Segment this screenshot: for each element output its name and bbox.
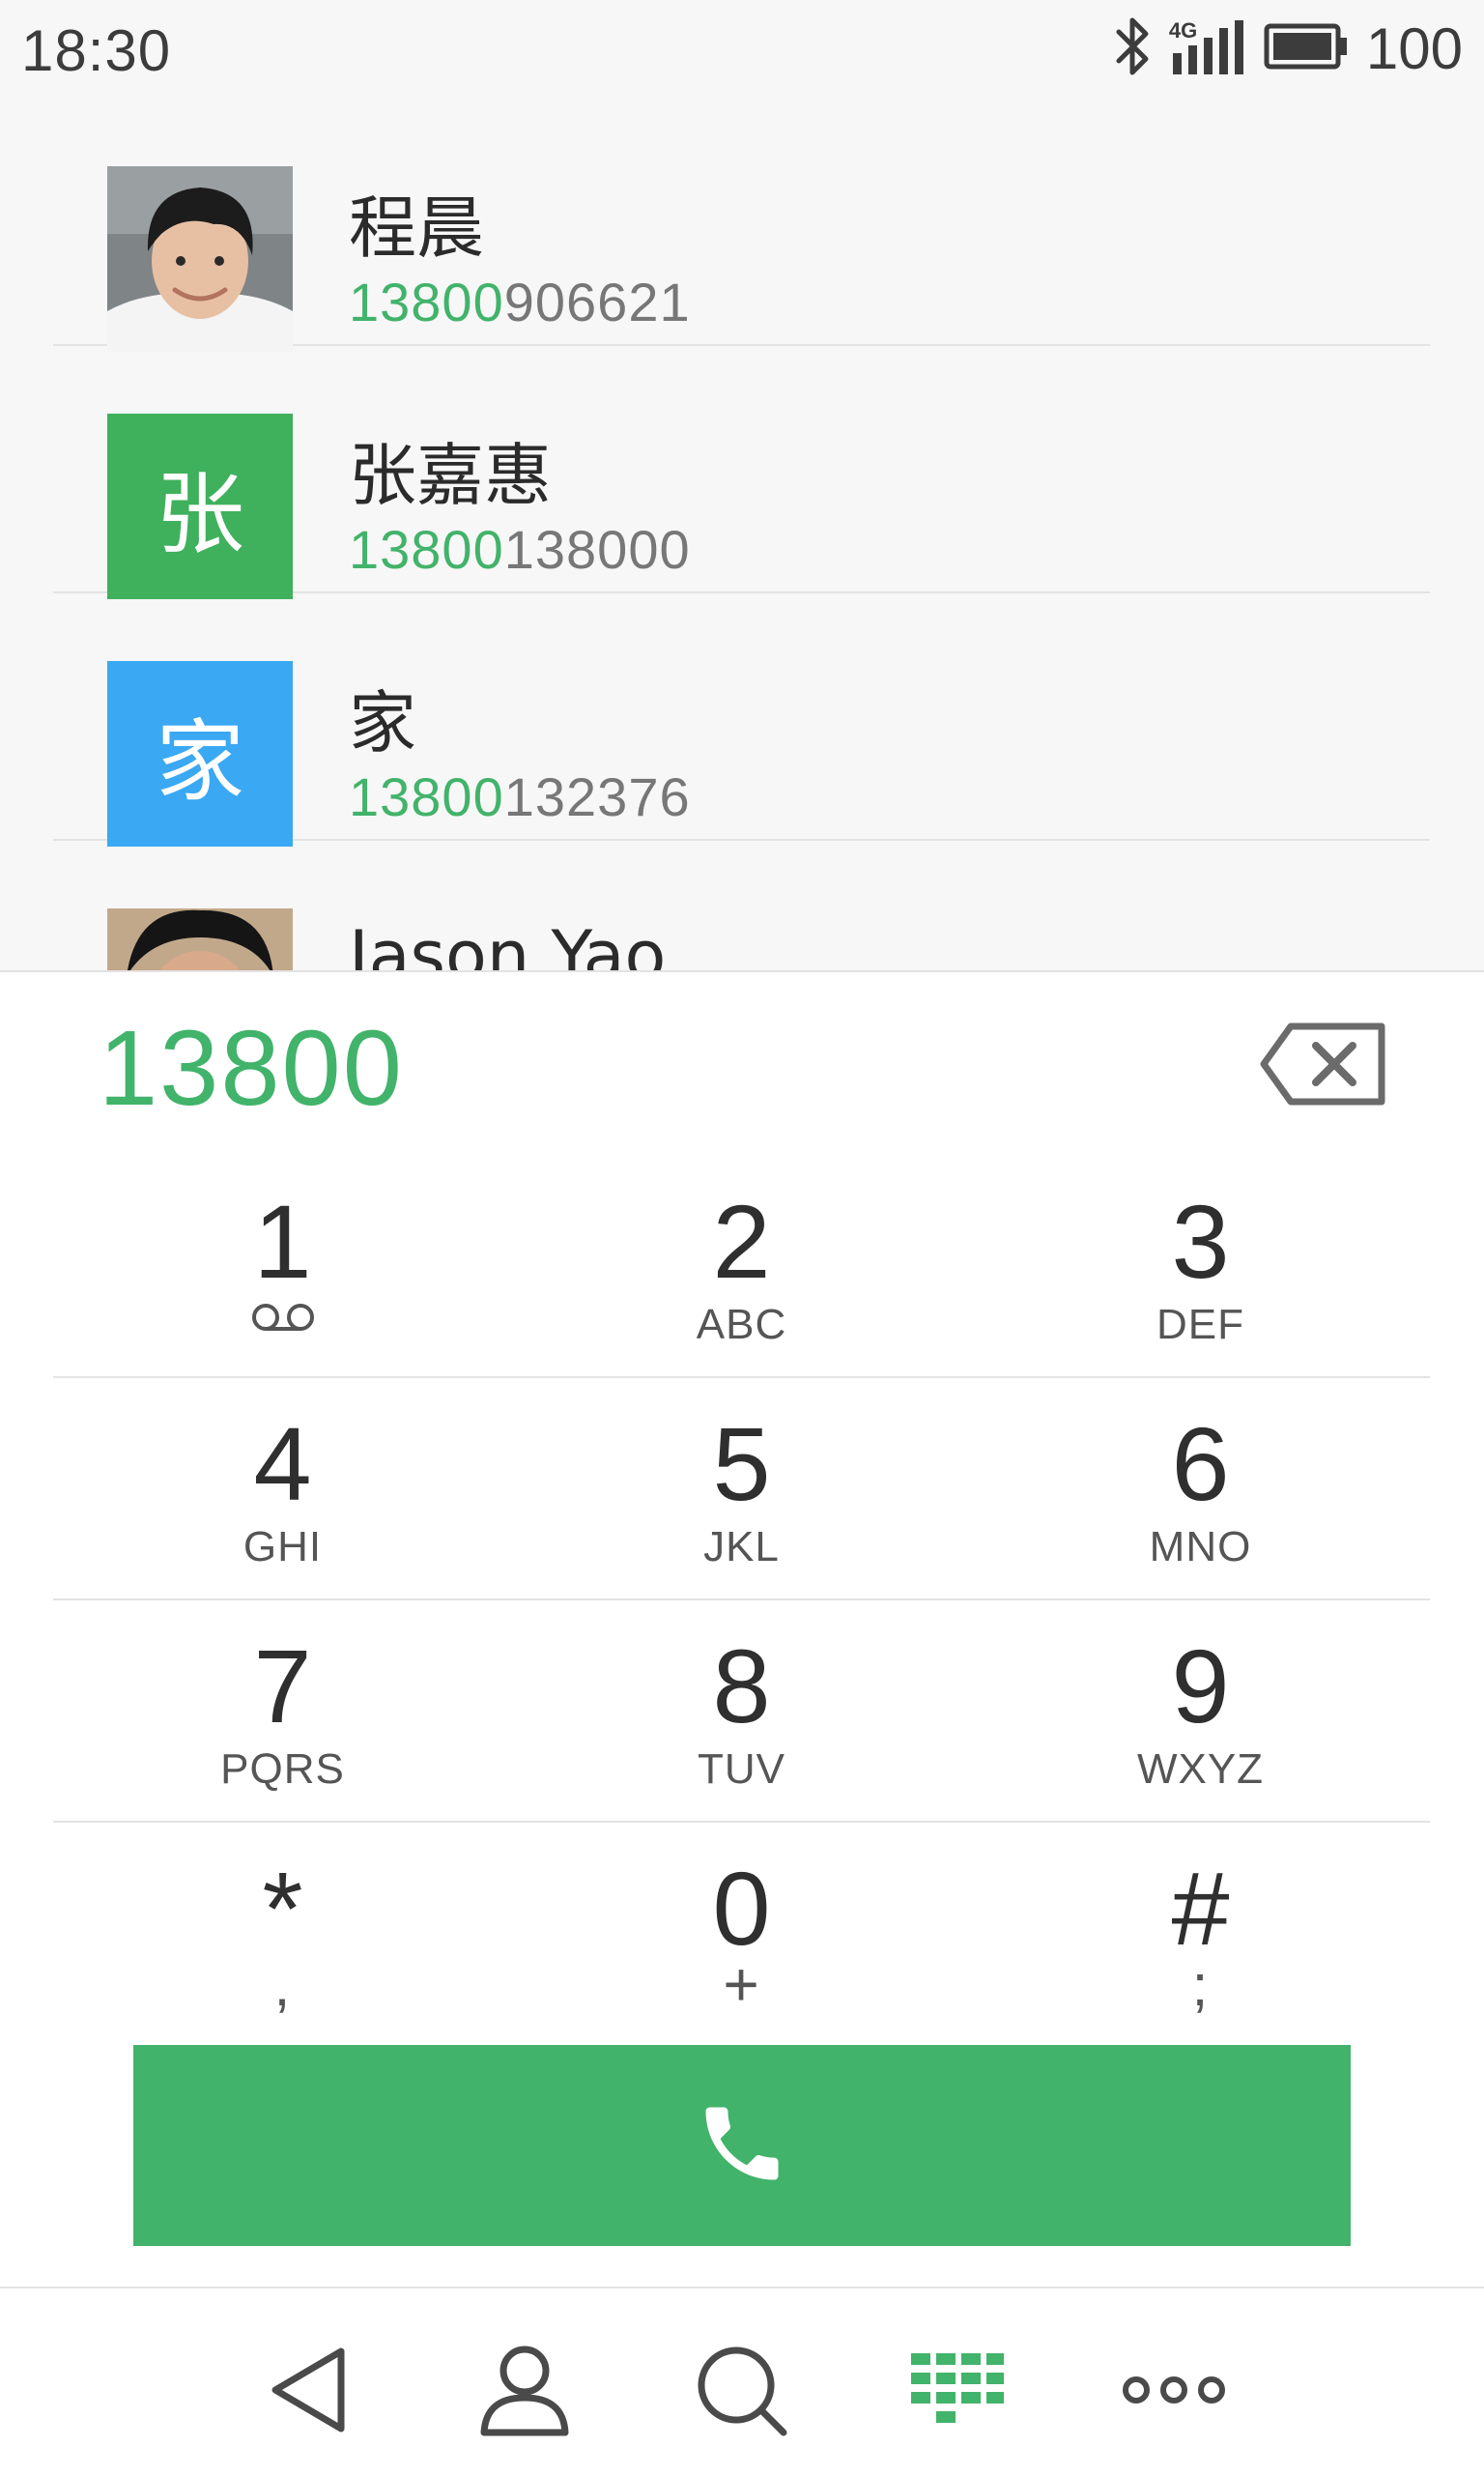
keypad-row: 7 PQRS 8 TUV 9 WXYZ bbox=[53, 1600, 1430, 1823]
battery-icon bbox=[1264, 22, 1349, 75]
call-button[interactable] bbox=[133, 2045, 1351, 2246]
avatar-photo bbox=[107, 908, 293, 970]
phone-match: 13800 bbox=[349, 272, 504, 332]
status-icons: 4G 100 bbox=[1113, 14, 1463, 83]
avatar-letter: 家 bbox=[107, 661, 293, 847]
key-letters: ABC bbox=[696, 1301, 787, 1348]
status-bar: 18:30 4G 100 bbox=[0, 0, 1484, 97]
contact-name: Jason Yao bbox=[349, 916, 667, 970]
key-digit: 6 bbox=[1171, 1405, 1230, 1522]
contact-row[interactable]: 家 家 13800132376 bbox=[53, 591, 1430, 847]
key-letters: GHI bbox=[243, 1523, 323, 1570]
bluetooth-icon bbox=[1113, 16, 1152, 81]
contact-name: 家 bbox=[349, 683, 416, 763]
key-digit: 7 bbox=[253, 1627, 312, 1744]
person-icon[interactable] bbox=[471, 2337, 578, 2443]
key-digit: 2 bbox=[712, 1183, 771, 1300]
key-9[interactable]: 9 WXYZ bbox=[971, 1600, 1430, 1821]
keypad-row: 4 GHI 5 JKL 6 MNO bbox=[53, 1378, 1430, 1600]
voicemail-icon bbox=[53, 1301, 512, 1334]
key-letters: ; bbox=[1191, 1953, 1210, 2018]
key-star[interactable]: * , bbox=[53, 1823, 512, 2043]
bottom-nav bbox=[0, 2287, 1484, 2476]
keypad-row: * , 0 + # ; bbox=[53, 1823, 1430, 2043]
dialpad-icon[interactable] bbox=[904, 2337, 1011, 2443]
phone-rest: 132376 bbox=[503, 766, 691, 827]
contact-row[interactable]: Jason Yao bbox=[53, 839, 1430, 970]
key-digit: # bbox=[1171, 1850, 1230, 1967]
keypad-row: 1 2 ABC 3 DEF bbox=[53, 1156, 1430, 1378]
key-digit: * bbox=[262, 1850, 303, 1967]
key-letters: MNO bbox=[1149, 1523, 1252, 1570]
battery-level: 100 bbox=[1365, 15, 1463, 81]
contact-row[interactable]: 程晨 13800906621 bbox=[53, 97, 1430, 352]
dialed-number[interactable]: 13800 bbox=[99, 1007, 404, 1130]
phone-rest: 906621 bbox=[503, 272, 691, 332]
key-3[interactable]: 3 DEF bbox=[971, 1156, 1430, 1376]
key-letters: JKL bbox=[703, 1523, 780, 1570]
avatar-letter: 张 bbox=[107, 414, 293, 599]
key-digit: 0 bbox=[712, 1850, 771, 1967]
key-letters: TUV bbox=[698, 1745, 785, 1793]
key-letters: DEF bbox=[1156, 1301, 1244, 1348]
call-area bbox=[0, 2045, 1484, 2287]
key-2[interactable]: 2 ABC bbox=[512, 1156, 971, 1376]
key-4[interactable]: 4 GHI bbox=[53, 1378, 512, 1598]
key-hash[interactable]: # ; bbox=[971, 1823, 1430, 2043]
avatar-photo bbox=[107, 166, 293, 352]
key-digit: 3 bbox=[1171, 1183, 1230, 1300]
key-0[interactable]: 0 + bbox=[512, 1823, 971, 2043]
contact-phone: 13800132376 bbox=[349, 765, 691, 828]
key-1[interactable]: 1 bbox=[53, 1156, 512, 1376]
more-icon[interactable] bbox=[1121, 2337, 1227, 2443]
contact-phone: 13800138000 bbox=[349, 518, 691, 581]
phone-rest: 138000 bbox=[503, 519, 691, 580]
key-6[interactable]: 6 MNO bbox=[971, 1378, 1430, 1598]
signal-4g-icon: 4G bbox=[1169, 18, 1246, 78]
key-digit: 8 bbox=[712, 1627, 771, 1744]
search-icon[interactable] bbox=[688, 2337, 794, 2443]
key-7[interactable]: 7 PQRS bbox=[53, 1600, 512, 1821]
status-time: 18:30 bbox=[21, 18, 172, 83]
contact-suggestions: 程晨 13800906621 张 张嘉惠 13800138000 家 家 138… bbox=[0, 97, 1484, 970]
key-letters: PQRS bbox=[220, 1745, 345, 1793]
keypad: 1 2 ABC 3 DEF 4 GHI 5 JKL 6 MNO 7 PQRS 8… bbox=[0, 1156, 1484, 2045]
key-digit: 4 bbox=[253, 1405, 312, 1522]
phone-match: 13800 bbox=[349, 766, 504, 827]
key-digit: 5 bbox=[712, 1405, 771, 1522]
key-8[interactable]: 8 TUV bbox=[512, 1600, 971, 1821]
dial-input-panel: 13800 bbox=[0, 970, 1484, 1158]
key-letters: + bbox=[723, 1949, 760, 2019]
contact-name: 程晨 bbox=[349, 188, 484, 268]
key-digit: 1 bbox=[253, 1183, 312, 1300]
contact-row[interactable]: 张 张嘉惠 13800138000 bbox=[53, 344, 1430, 599]
backspace-icon[interactable] bbox=[1258, 1022, 1387, 1106]
phone-icon bbox=[694, 2095, 790, 2197]
key-digit: 9 bbox=[1171, 1627, 1230, 1744]
key-letters: , bbox=[273, 1953, 292, 2018]
key-5[interactable]: 5 JKL bbox=[512, 1378, 971, 1598]
back-icon[interactable] bbox=[256, 2337, 362, 2443]
contact-phone: 13800906621 bbox=[349, 271, 691, 333]
key-letters: WXYZ bbox=[1136, 1745, 1265, 1793]
phone-match: 13800 bbox=[349, 519, 504, 580]
contact-name: 张嘉惠 bbox=[349, 436, 552, 515]
